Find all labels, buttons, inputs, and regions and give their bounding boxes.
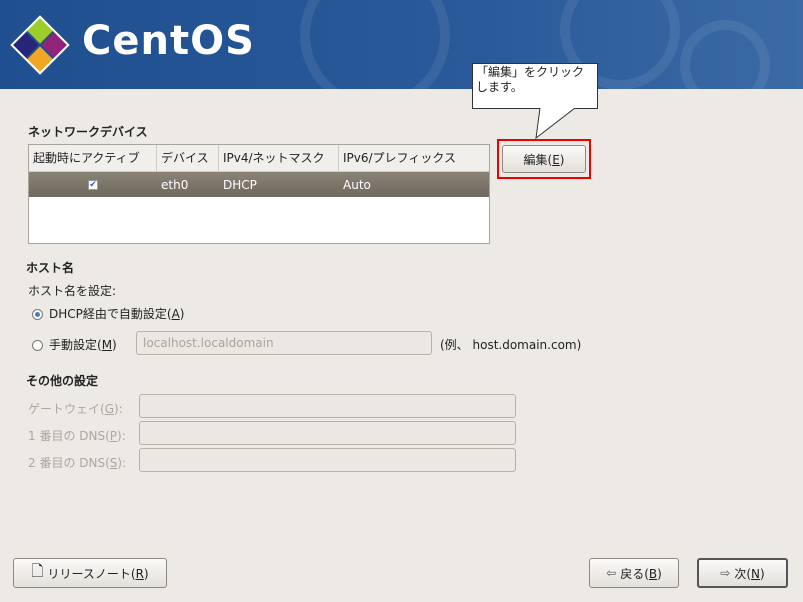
release-notes-button[interactable]: 🗋 リリースノート(R) <box>13 558 167 588</box>
instruction-callout: 「編集」をクリックします。 <box>472 63 598 109</box>
back-button[interactable]: ⇦ 戻る(B) <box>589 558 679 588</box>
manual-radio[interactable]: 手動設定(M) <box>32 336 117 353</box>
column-header[interactable]: デバイス <box>157 145 219 171</box>
header-banner: CentOS <box>0 0 803 89</box>
dhcp-radio[interactable]: DHCP経由で自動設定(A) <box>32 305 184 322</box>
active-checkbox[interactable]: ✔ <box>88 179 98 190</box>
highlight-box <box>497 139 591 179</box>
next-arrow-icon: ⇨ <box>720 566 731 580</box>
ipv6-cell: Auto <box>343 177 371 192</box>
gateway-input[interactable] <box>139 394 516 418</box>
network-devices-heading: ネットワークデバイス <box>28 125 148 139</box>
back-arrow-icon: ⇦ <box>606 566 617 580</box>
dns1-input[interactable] <box>139 421 516 445</box>
hostname-heading: ホスト名 <box>26 261 75 275</box>
column-header[interactable]: IPv6/プレフィックス <box>339 145 489 171</box>
dns2-label: 2 番目の DNS(S): <box>28 456 127 470</box>
hostname-input[interactable]: localhost.localdomain <box>136 331 432 355</box>
column-header[interactable]: 起動時にアクティブ <box>29 145 157 171</box>
dns2-input[interactable] <box>139 448 516 472</box>
hostname-set-label: ホスト名を設定: <box>28 284 117 298</box>
dns1-label: 1 番目の DNS(P): <box>28 429 126 443</box>
callout-pointer <box>535 108 576 140</box>
table-row[interactable]: ✔ eth0 DHCP Auto <box>29 172 489 197</box>
brand-name: CentOS <box>82 18 255 64</box>
ipv4-cell: DHCP <box>223 177 257 192</box>
hostname-example: (例、 host.domain.com) <box>440 338 582 352</box>
gateway-label: ゲートウェイ(G): <box>28 402 123 416</box>
document-icon: 🗋 <box>31 561 44 580</box>
other-settings-heading: その他の設定 <box>26 374 99 388</box>
network-device-table[interactable]: 起動時にアクティブ デバイス IPv4/ネットマスク IPv6/プレフィックス … <box>28 144 490 244</box>
column-header[interactable]: IPv4/ネットマスク <box>219 145 339 171</box>
device-cell: eth0 <box>161 177 189 192</box>
centos-logo-icon <box>10 15 70 75</box>
next-button[interactable]: ⇨ 次(N) <box>697 558 788 588</box>
